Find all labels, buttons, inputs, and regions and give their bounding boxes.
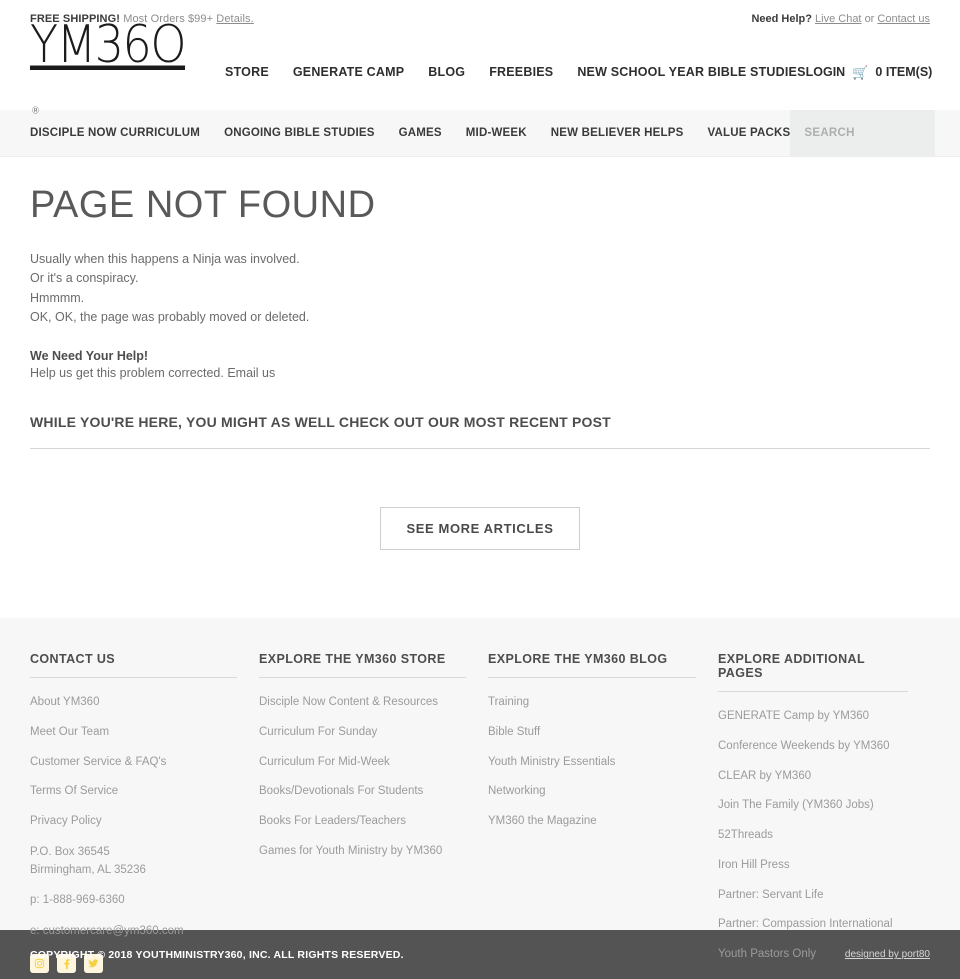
error-line-1: Usually when this happens a Ninja was in… bbox=[30, 251, 300, 266]
login-link[interactable]: LOGIN bbox=[806, 65, 846, 79]
footer-link-terms-of-service[interactable]: Terms Of Service bbox=[30, 784, 259, 800]
cart-item-count[interactable]: 0 ITEM(S) bbox=[875, 65, 932, 79]
footer-link-conference-weekends[interactable]: Conference Weekends by YM360 bbox=[718, 739, 930, 755]
category-navigation-items: DISCIPLE NOW CURRICULUM ONGOING BIBLE ST… bbox=[30, 127, 790, 139]
footer-link-customer-service[interactable]: Customer Service & FAQ's bbox=[30, 755, 259, 771]
help-request-block: We Need Your Help! Help us get this prob… bbox=[30, 349, 930, 380]
see-more-articles-button[interactable]: SEE MORE ARTICLES bbox=[379, 507, 581, 551]
footer-link-games-for-youth-ministry[interactable]: Games for Youth Ministry by YM360 bbox=[259, 844, 488, 860]
footer-column-store: EXPLORE THE YM360 STORE Disciple Now Con… bbox=[259, 652, 488, 976]
footer-link-52threads[interactable]: 52Threads bbox=[718, 828, 930, 844]
footer-link-training[interactable]: Training bbox=[488, 695, 718, 711]
footer-heading-blog: EXPLORE THE YM360 BLOG bbox=[488, 652, 696, 679]
nav-item-new-school-year-bible-studies[interactable]: NEW SCHOOL YEAR BIBLE STUDIES bbox=[577, 65, 805, 79]
shipping-details-link[interactable]: Details. bbox=[216, 13, 253, 25]
catnav-item-new-believer-helps[interactable]: NEW BELIEVER HELPS bbox=[551, 127, 684, 139]
live-chat-link[interactable]: Live Chat bbox=[815, 13, 861, 25]
site-logo[interactable]: YM36O® bbox=[30, 18, 187, 121]
footer-heading-store: EXPLORE THE YM360 STORE bbox=[259, 652, 466, 679]
help-request-text: Help us get this problem corrected. Emai… bbox=[30, 366, 930, 380]
error-line-3: Hmmmm. bbox=[30, 290, 85, 305]
footer-heading-additional-pages: EXPLORE ADDITIONAL PAGES bbox=[718, 652, 908, 693]
footer-link-clear[interactable]: CLEAR by YM360 bbox=[718, 769, 930, 785]
footer-link-books-for-students[interactable]: Books/Devotionals For Students bbox=[259, 784, 488, 800]
recent-post-heading: WHILE YOU'RE HERE, YOU MIGHT AS WELL CHE… bbox=[30, 414, 611, 431]
footer-link-generate-camp[interactable]: GENERATE Camp by YM360 bbox=[718, 709, 930, 725]
help-request-heading: We Need Your Help! bbox=[30, 349, 149, 364]
search-input[interactable] bbox=[802, 126, 960, 140]
design-credit-link[interactable]: designed by port80 bbox=[845, 949, 930, 960]
footer-link-partner-servant-life[interactable]: Partner: Servant Life bbox=[718, 888, 930, 904]
cart-icon: 🛒 bbox=[852, 64, 869, 80]
catnav-item-mid-week[interactable]: MID-WEEK bbox=[466, 127, 527, 139]
footer-columns: CONTACT US About YM360 Meet Our Team Cus… bbox=[30, 652, 930, 976]
need-help-label: Need Help? bbox=[751, 13, 812, 25]
footer-link-about-ym360[interactable]: About YM360 bbox=[30, 695, 259, 711]
catnav-item-ongoing-bible-studies[interactable]: ONGOING BIBLE STUDIES bbox=[224, 127, 375, 139]
catnav-item-disciple-now-curriculum[interactable]: DISCIPLE NOW CURRICULUM bbox=[30, 127, 200, 139]
nav-item-freebies[interactable]: FREEBIES bbox=[489, 65, 553, 79]
footer-link-privacy-policy[interactable]: Privacy Policy bbox=[30, 814, 259, 830]
footer-link-curriculum-mid-week[interactable]: Curriculum For Mid-Week bbox=[259, 755, 488, 771]
nav-item-store[interactable]: STORE bbox=[225, 65, 269, 79]
need-help-block: Need Help? Live Chat or Contact us bbox=[751, 13, 930, 25]
copyright-text: COPYRIGHT © 2018 YOUTHMINISTRY360, INC. … bbox=[30, 948, 404, 961]
footer-link-ym360-magazine[interactable]: YM360 the Magazine bbox=[488, 814, 718, 830]
footer-link-networking[interactable]: Networking bbox=[488, 784, 718, 800]
address-line-1: P.O. Box 36545 bbox=[30, 845, 110, 858]
footer-email: e: customercare@ym360.com bbox=[30, 925, 184, 938]
footer-link-partner-compassion[interactable]: Partner: Compassion International bbox=[718, 917, 930, 933]
catnav-item-value-packs[interactable]: VALUE PACKS bbox=[707, 127, 790, 139]
see-more-articles-area: SEE MORE ARTICLES bbox=[30, 507, 930, 551]
footer-column-additional-pages: EXPLORE ADDITIONAL PAGES GENERATE Camp b… bbox=[718, 652, 930, 976]
footer-address: P.O. Box 36545 Birmingham, AL 35236 bbox=[30, 844, 259, 880]
contact-us-link[interactable]: Contact us bbox=[877, 13, 930, 25]
site-footer: CONTACT US About YM360 Meet Our Team Cus… bbox=[0, 618, 960, 974]
help-conjunction: or bbox=[864, 13, 875, 25]
error-line-4: OK, OK, the page was probably moved or d… bbox=[30, 309, 310, 324]
masthead: YM36O® STORE GENERATE CAMP BLOG FREEBIES… bbox=[0, 18, 960, 116]
catnav-item-games[interactable]: GAMES bbox=[399, 127, 442, 139]
footer-phone: p: 1-888-969-6360 bbox=[30, 894, 125, 907]
footer-column-contact-us: CONTACT US About YM360 Meet Our Team Cus… bbox=[30, 652, 259, 976]
primary-navigation: STORE GENERATE CAMP BLOG FREEBIES NEW SC… bbox=[225, 65, 806, 79]
account-area: LOGIN 🛒 0 ITEM(S) bbox=[806, 65, 933, 79]
footer-link-meet-our-team[interactable]: Meet Our Team bbox=[30, 725, 259, 741]
email-us-link[interactable]: Email us bbox=[227, 366, 275, 380]
footer-link-books-for-leaders[interactable]: Books For Leaders/Teachers bbox=[259, 814, 488, 830]
main-content: PAGE NOT FOUND Usually when this happens… bbox=[0, 184, 960, 551]
footer-link-youth-ministry-essentials[interactable]: Youth Ministry Essentials bbox=[488, 755, 718, 771]
footer-link-join-the-family[interactable]: Join The Family (YM360 Jobs) bbox=[718, 798, 930, 814]
error-description: Usually when this happens a Ninja was in… bbox=[30, 250, 930, 328]
search-box[interactable] bbox=[790, 109, 960, 157]
footer-link-bible-stuff[interactable]: Bible Stuff bbox=[488, 725, 718, 741]
footer-link-iron-hill-press[interactable]: Iron Hill Press bbox=[718, 858, 930, 874]
error-line-2: Or it's a conspiracy. bbox=[30, 271, 139, 286]
section-divider bbox=[30, 448, 930, 450]
registered-trademark-icon: ® bbox=[31, 106, 40, 117]
logo-wordmark: YM36O bbox=[30, 14, 187, 75]
help-request-sentence: Help us get this problem corrected. bbox=[30, 366, 224, 381]
footer-link-curriculum-sunday[interactable]: Curriculum For Sunday bbox=[259, 725, 488, 741]
address-line-2: Birmingham, AL 35236 bbox=[30, 863, 146, 876]
page-title: PAGE NOT FOUND bbox=[30, 184, 376, 226]
footer-link-disciple-now-content[interactable]: Disciple Now Content & Resources bbox=[259, 695, 488, 711]
footer-column-blog: EXPLORE THE YM360 BLOG Training Bible St… bbox=[488, 652, 718, 976]
nav-item-generate-camp[interactable]: GENERATE CAMP bbox=[293, 65, 404, 79]
footer-heading-contact-us: CONTACT US bbox=[30, 652, 237, 679]
nav-item-blog[interactable]: BLOG bbox=[428, 65, 465, 79]
